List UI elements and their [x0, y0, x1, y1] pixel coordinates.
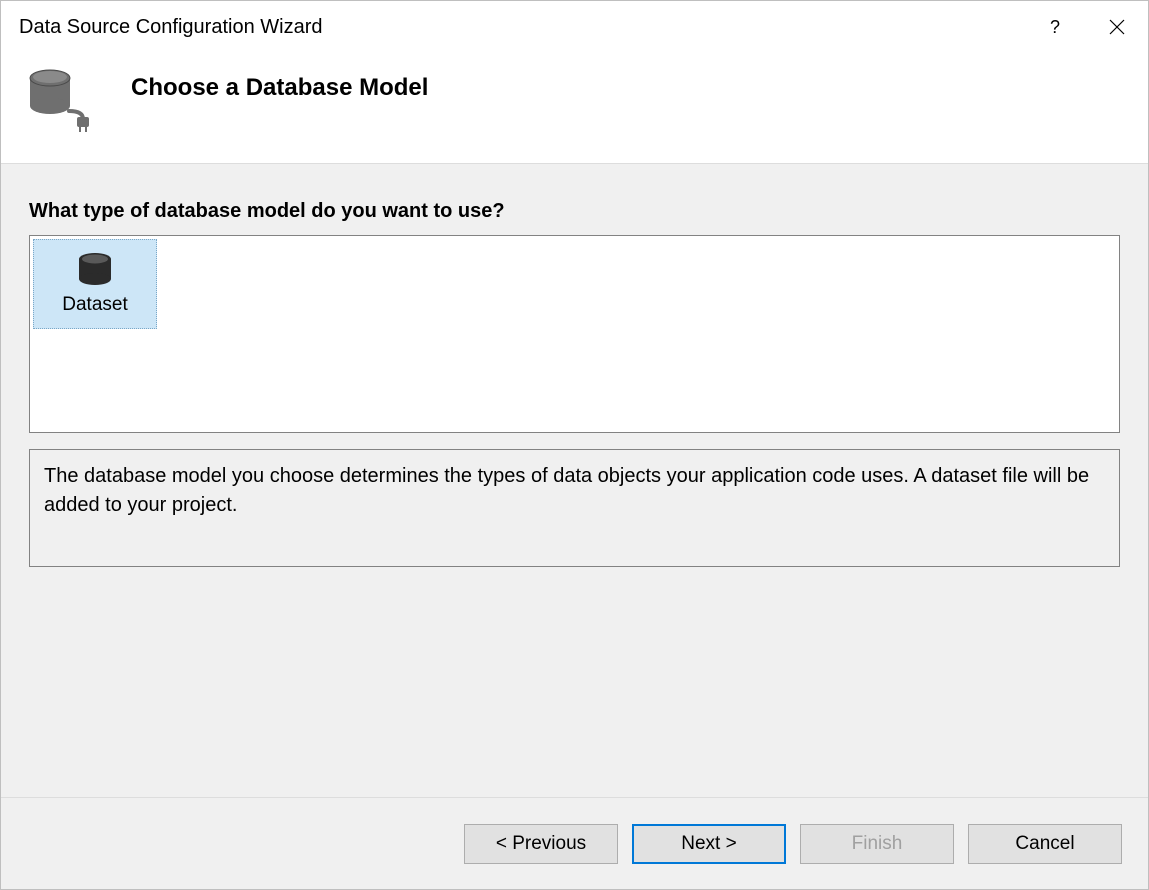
database-plug-icon — [25, 65, 103, 135]
close-icon — [1109, 19, 1125, 35]
cancel-button[interactable]: Cancel — [968, 824, 1122, 864]
previous-button[interactable]: < Previous — [464, 824, 618, 864]
page-heading: Choose a Database Model — [131, 74, 428, 102]
prompt-label: What type of database model do you want … — [29, 200, 1120, 223]
model-type-list[interactable]: Dataset — [29, 235, 1120, 433]
database-icon — [76, 252, 114, 288]
finish-button: Finish — [800, 824, 954, 864]
footer-buttons: < Previous Next > Finish Cancel — [1, 797, 1148, 889]
close-button[interactable] — [1086, 1, 1148, 53]
model-item-label: Dataset — [62, 294, 127, 316]
help-button[interactable]: ? — [1024, 1, 1086, 53]
header-banner: Choose a Database Model — [1, 53, 1148, 163]
model-item-dataset[interactable]: Dataset — [33, 239, 157, 329]
content-area: What type of database model do you want … — [1, 163, 1148, 797]
next-button[interactable]: Next > — [632, 824, 786, 864]
wizard-window: Data Source Configuration Wizard ? Cho — [0, 0, 1149, 890]
titlebar: Data Source Configuration Wizard ? — [1, 1, 1148, 53]
window-title: Data Source Configuration Wizard — [19, 16, 1024, 39]
description-text: The database model you choose determines… — [29, 449, 1120, 567]
